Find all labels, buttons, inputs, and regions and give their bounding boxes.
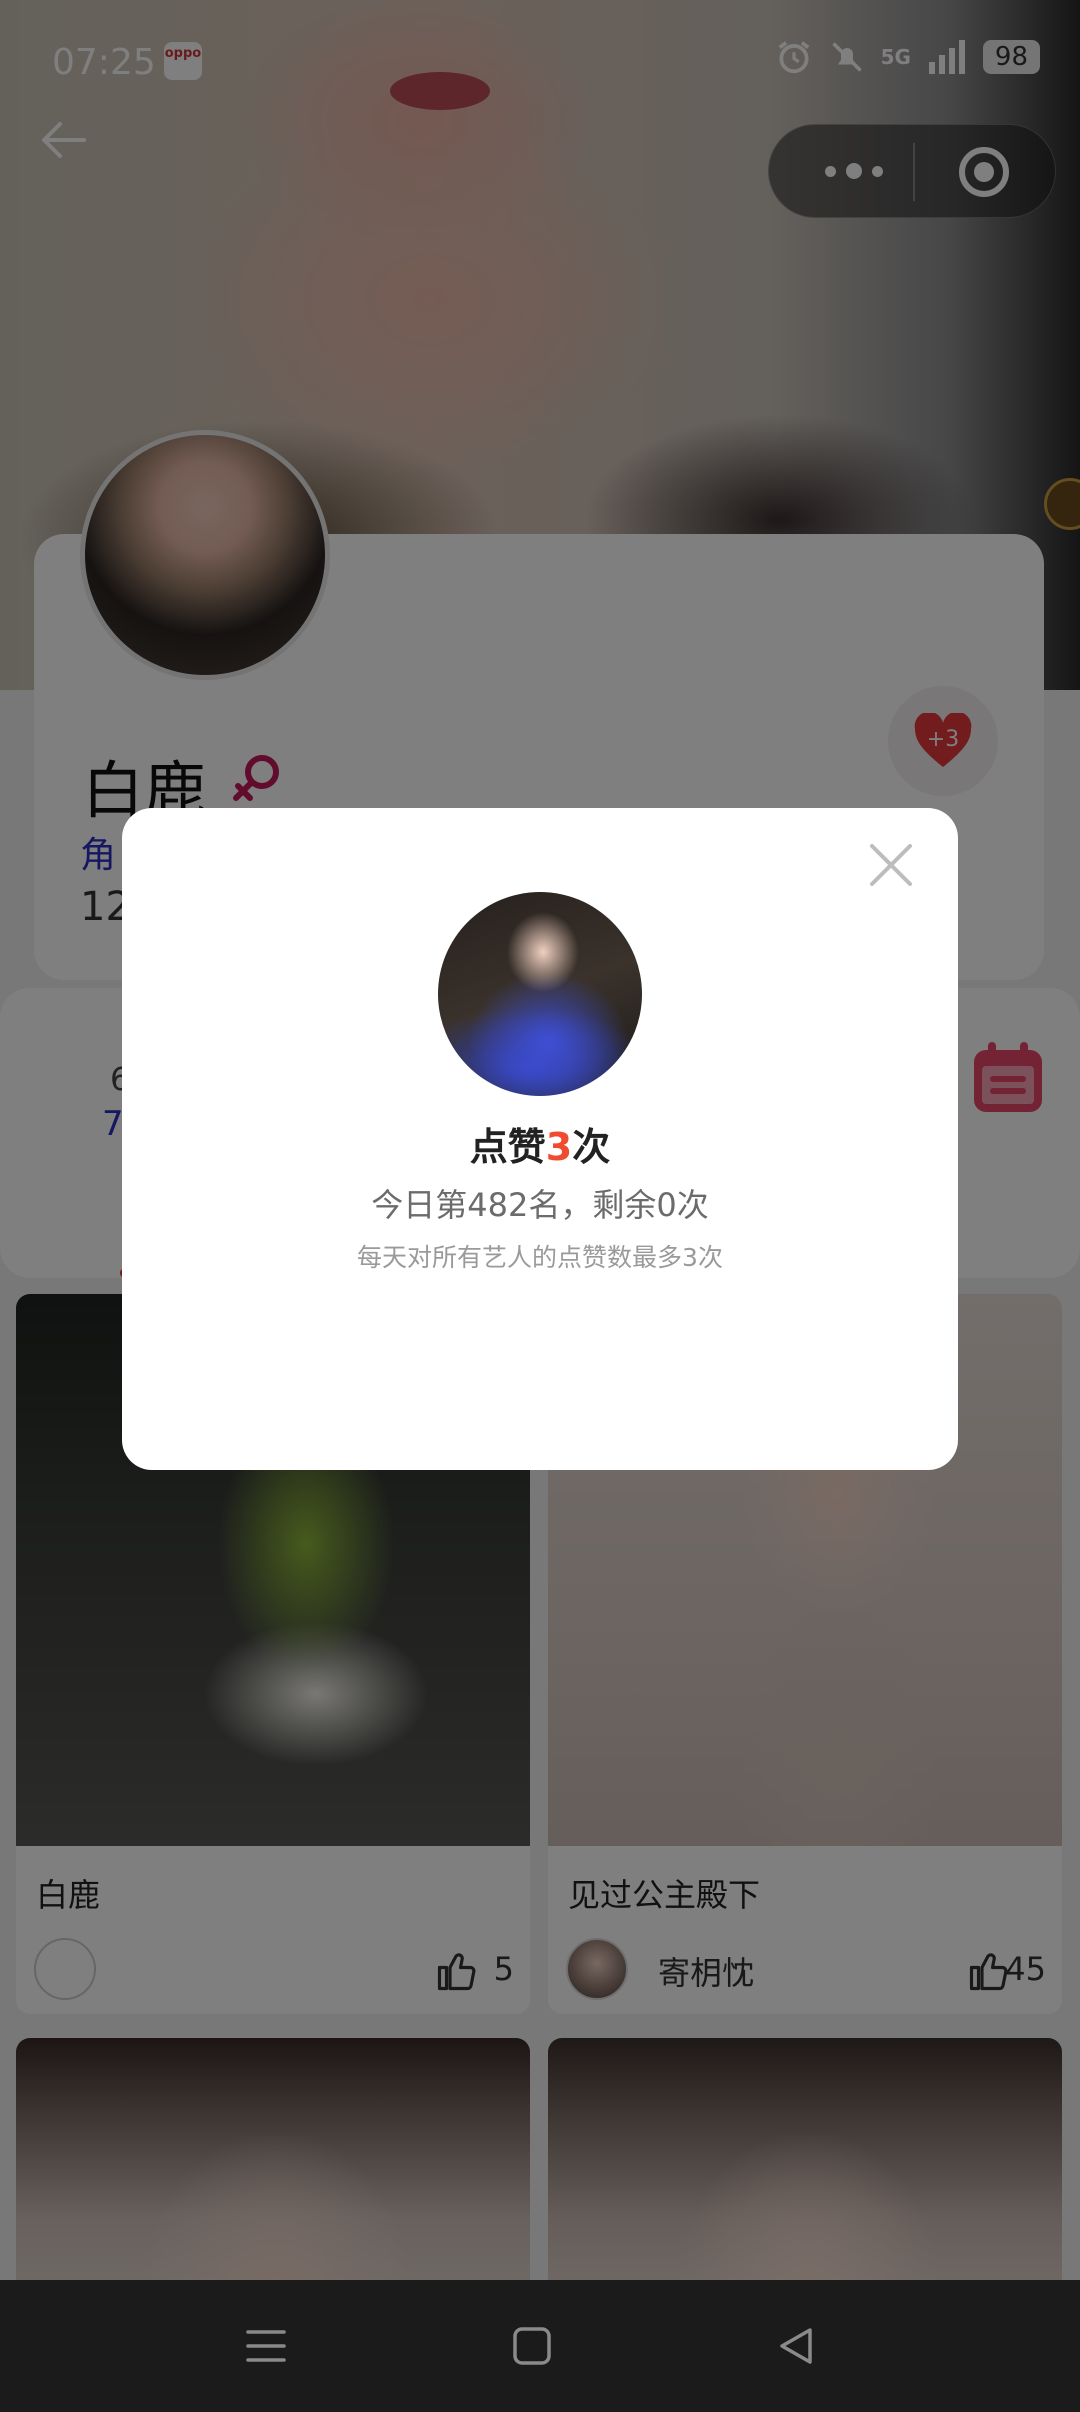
like-result-dialog: 点赞3次 今日第482名，剩余0次 每天对所有艺人的点赞数最多3次 bbox=[122, 808, 958, 1470]
dialog-title-prefix: 点赞 bbox=[469, 1125, 546, 1169]
dialog-title-suffix: 次 bbox=[572, 1125, 611, 1169]
dialog-title: 点赞3次 bbox=[122, 1116, 958, 1171]
dialog-like-count: 3 bbox=[545, 1125, 573, 1169]
dialog-note: 每天对所有艺人的点赞数最多3次 bbox=[357, 1243, 723, 1272]
system-nav-bar bbox=[0, 2280, 1080, 2412]
dialog-rank-text: 今日第482名，剩余0次 bbox=[371, 1186, 709, 1224]
close-icon[interactable] bbox=[864, 838, 918, 892]
back-triangle-icon[interactable] bbox=[770, 2320, 822, 2372]
artist-avatar bbox=[438, 892, 642, 1096]
menu-icon[interactable] bbox=[240, 2320, 292, 2372]
home-square-icon[interactable] bbox=[506, 2320, 558, 2372]
